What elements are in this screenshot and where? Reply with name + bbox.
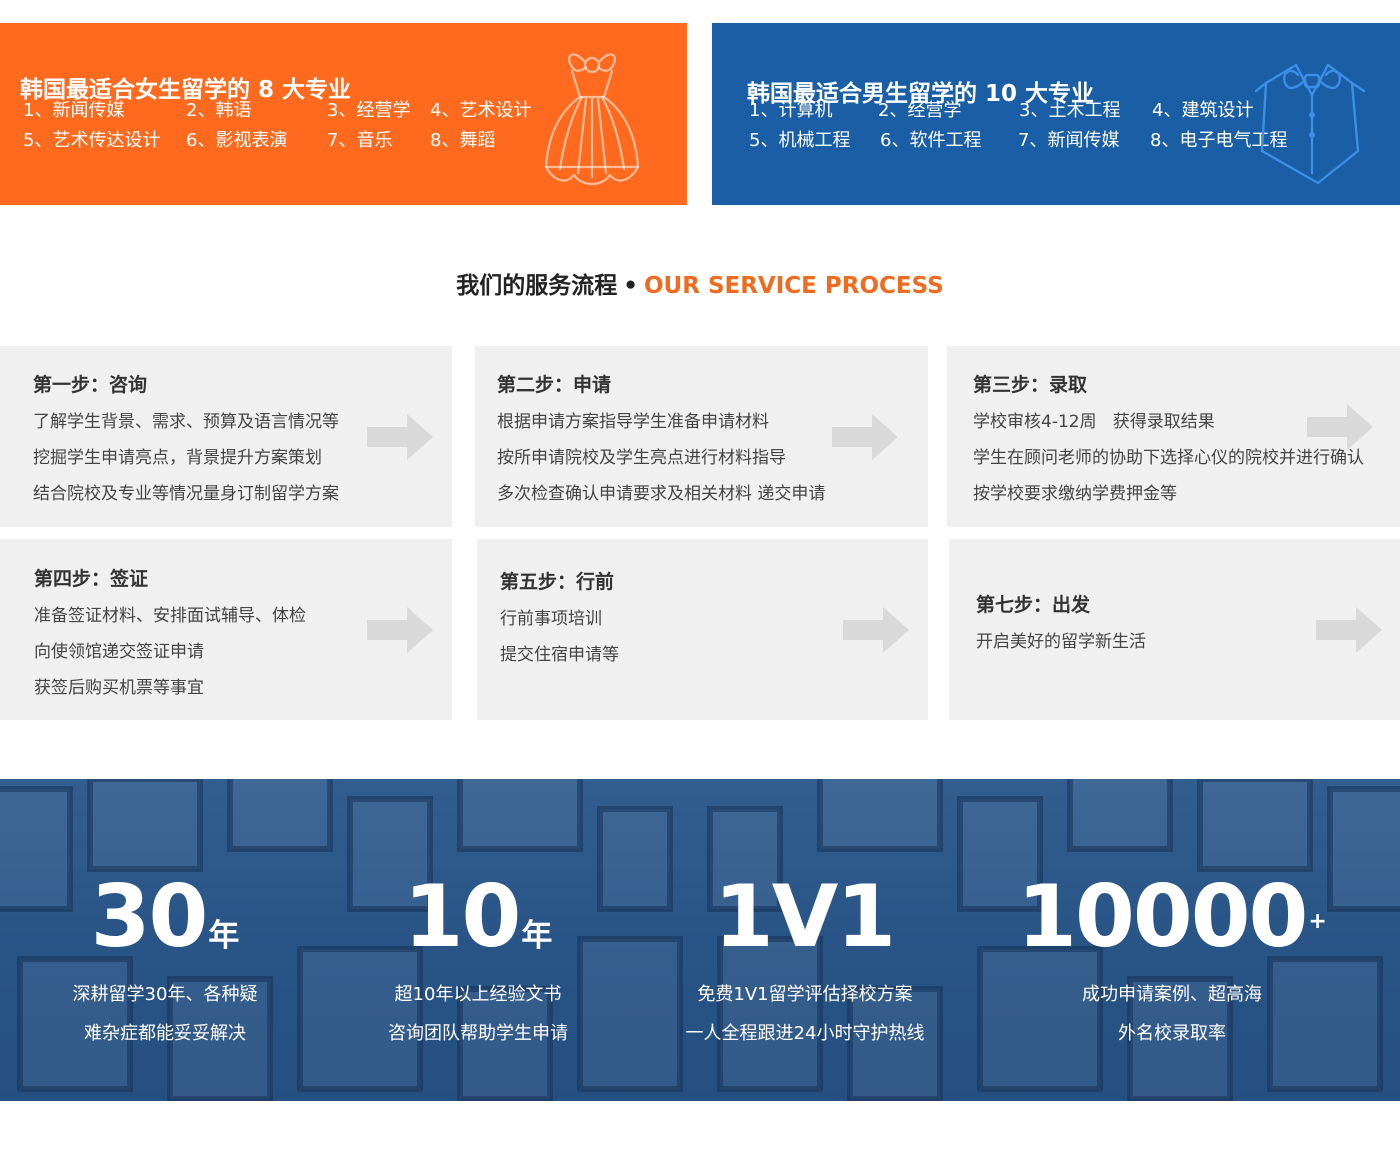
female-majors-banner: 韩国最适合女生留学的 8 大专业 1、新闻传媒 2、韩语 3、经营学 4、艺术设… xyxy=(0,23,687,205)
heading-separator: • xyxy=(623,273,638,299)
step-title: 第一步：咨询 xyxy=(33,374,148,396)
arrow-right-icon xyxy=(1316,607,1382,653)
stat-description: 难杂症都能妥妥解决 xyxy=(84,1023,246,1044)
step-line: 结合院校及专业等情况量身订制留学方案 xyxy=(33,484,339,504)
stat-number: 1V1 xyxy=(713,867,896,967)
male-major-item: 1、计算机 xyxy=(749,100,833,121)
step-title: 第七步：出发 xyxy=(976,594,1091,616)
dress-icon xyxy=(544,53,640,186)
male-major-item: 6、软件工程 xyxy=(880,130,982,151)
step-title: 第四步：签证 xyxy=(34,568,149,590)
step-line: 行前事项培训 xyxy=(500,609,602,629)
step-title: 第五步：行前 xyxy=(500,571,615,593)
female-major-item: 7、音乐 xyxy=(327,130,393,151)
female-major-item: 8、舞蹈 xyxy=(430,130,496,151)
stat-description: 一人全程跟进24小时守护热线 xyxy=(685,1023,925,1044)
male-major-item: 3、土木工程 xyxy=(1019,100,1121,121)
step-card-predeparture: 第五步：行前 行前事项培训 提交住宿申请等 xyxy=(477,539,928,720)
stat-value: 30年 xyxy=(0,867,335,967)
step-line: 学生在顾问老师的协助下选择心仪的院校并进行确认 xyxy=(973,448,1364,468)
stat-value: 10年 xyxy=(308,867,648,967)
step-line: 按学校要求缴纳学费押金等 xyxy=(973,484,1177,504)
arrow-right-icon xyxy=(832,414,898,460)
stat-unit: + xyxy=(1308,909,1327,934)
male-major-item: 2、经营学 xyxy=(878,100,962,121)
arrow-right-icon xyxy=(367,607,433,653)
step-line: 准备签证材料、安排面试辅导、体检 xyxy=(34,606,306,626)
female-major-item: 3、经营学 xyxy=(327,100,411,121)
arrow-right-icon xyxy=(1307,404,1373,450)
stat-number: 30 xyxy=(90,867,209,967)
stat-description: 外名校录取率 xyxy=(1118,1023,1226,1044)
female-major-item: 5、艺术传达设计 xyxy=(23,130,161,151)
step-title: 第三步：录取 xyxy=(973,374,1088,396)
stat-description: 深耕留学30年、各种疑 xyxy=(72,984,258,1005)
step-line: 多次检查确认申请要求及相关材料 递交申请 xyxy=(497,484,826,504)
step-line: 获签后购买机票等事宜 xyxy=(34,678,204,698)
female-major-item: 6、影视表演 xyxy=(186,130,288,151)
stat-number: 10 xyxy=(403,867,522,967)
female-major-item: 2、韩语 xyxy=(186,100,252,121)
step-card-admission: 第三步：录取 学校审核4-12周 获得录取结果 学生在顾问老师的协助下选择心仪的… xyxy=(947,346,1400,527)
service-process-title-en: OUR SERVICE PROCESS xyxy=(644,273,944,299)
step-line: 提交住宿申请等 xyxy=(500,645,619,665)
male-majors-banner: 韩国最适合男生留学的 10 大专业 1、计算机 2、经营学 3、土木工程 4、建… xyxy=(712,23,1400,205)
step-line: 向使领馆递交签证申请 xyxy=(34,642,204,662)
step-line: 按所申请院校及学生亮点进行材料指导 xyxy=(497,448,786,468)
stats-band: 30年 深耕留学30年、各种疑 难杂症都能妥妥解决 10年 超10年以上经验文书… xyxy=(0,779,1400,1101)
service-process-heading: 我们的服务流程 • OUR SERVICE PROCESS xyxy=(0,266,1400,300)
stat-description: 成功申请案例、超高海 xyxy=(1082,984,1262,1005)
step-line: 开启美好的留学新生活 xyxy=(976,632,1146,652)
female-major-item: 1、新闻传媒 xyxy=(23,100,125,121)
stat-value: 1V1 xyxy=(635,867,975,967)
step-title: 第二步：申请 xyxy=(497,374,612,396)
stat-description: 超10年以上经验文书 xyxy=(394,984,562,1005)
female-major-item: 4、艺术设计 xyxy=(430,100,532,121)
male-major-item: 4、建筑设计 xyxy=(1152,100,1254,121)
step-card-visa: 第四步：签证 准备签证材料、安排面试辅导、体检 向使领馆递交签证申请 获签后购买… xyxy=(0,539,452,720)
step-line: 根据申请方案指导学生准备申请材料 xyxy=(497,412,769,432)
stat-description: 咨询团队帮助学生申请 xyxy=(388,1023,568,1044)
step-line: 学校审核4-12周 获得录取结果 xyxy=(973,412,1215,432)
arrow-right-icon xyxy=(367,414,433,460)
stat-number: 10000 xyxy=(1017,867,1308,967)
stat-unit: 年 xyxy=(208,918,240,954)
arrow-right-icon xyxy=(843,607,909,653)
step-card-consult: 第一步：咨询 了解学生背景、需求、预算及语言情况等 挖掘学生申请亮点，背景提升方… xyxy=(0,346,452,527)
step-card-departure: 第七步：出发 开启美好的留学新生活 xyxy=(949,539,1400,720)
male-major-item: 7、新闻传媒 xyxy=(1018,130,1120,151)
step-line: 了解学生背景、需求、预算及语言情况等 xyxy=(33,412,339,432)
step-line: 挖掘学生申请亮点，背景提升方案策划 xyxy=(33,448,322,468)
step-card-apply: 第二步：申请 根据申请方案指导学生准备申请材料 按所申请院校及学生亮点进行材料指… xyxy=(475,346,928,527)
stat-description: 免费1V1留学评估择校方案 xyxy=(697,984,913,1005)
stat-unit: 年 xyxy=(521,918,553,954)
male-major-item: 5、机械工程 xyxy=(749,130,851,151)
tuxedo-icon xyxy=(1254,63,1366,185)
service-process-title-cn: 我们的服务流程 xyxy=(456,273,618,299)
stat-value: 10000+ xyxy=(1002,867,1342,967)
